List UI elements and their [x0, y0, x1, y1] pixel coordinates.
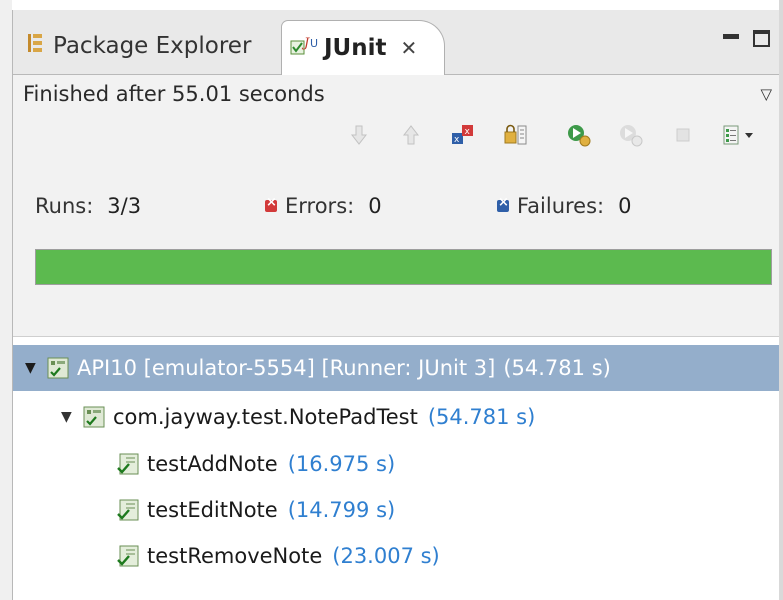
root-label: API10 [emulator-5554] [Runner: JUnit 3] [77, 356, 496, 380]
rerun-test-icon[interactable] [565, 121, 593, 149]
view-menu-icon[interactable]: ▽ [760, 85, 772, 103]
tab-junit-label: JUnit [324, 35, 387, 61]
show-failures-only-icon[interactable]: x x [449, 121, 477, 149]
test-run-icon [47, 357, 69, 379]
errors-label: Errors: [285, 194, 355, 218]
tab-junit[interactable]: J U JUnit ✕ [281, 20, 445, 75]
junit-icon: J U [290, 33, 318, 63]
expand-toggle-icon[interactable]: ▼ [25, 360, 39, 376]
status-line: Finished after 55.01 seconds ▽ [13, 75, 783, 113]
tree-suite-row[interactable]: ▼ com.jayway.test.NotePadTest (54.781 s) [13, 394, 783, 440]
progress-fill [36, 250, 771, 284]
test-passed-icon [117, 453, 139, 475]
errors-value: 0 [368, 194, 382, 218]
svg-text:U: U [310, 37, 318, 50]
runs-label: Runs: [35, 194, 94, 218]
progress-bar [35, 249, 772, 285]
tree-root-row[interactable]: ▼ API10 [emulator-5554] [Runner: JUnit 3… [13, 345, 783, 391]
tab-package-explorer-label: Package Explorer [53, 33, 252, 59]
toolbar: x x [13, 113, 783, 163]
test-time: (14.799 s) [287, 498, 396, 522]
test-time: (16.975 s) [287, 452, 396, 476]
counters: Runs: 3/3 Errors: 0 Failures: 0 [13, 163, 783, 249]
stop-icon[interactable] [669, 121, 697, 149]
minimize-icon[interactable] [723, 34, 739, 39]
test-row[interactable]: testRemoveNote (23.007 s) [13, 533, 783, 579]
window-controls [723, 30, 770, 47]
test-time: (23.007 s) [332, 544, 440, 568]
test-label: testRemoveNote [147, 544, 323, 568]
suite-label: com.jayway.test.NotePadTest [113, 405, 418, 429]
scroll-lock-icon[interactable] [501, 121, 529, 149]
test-label: testAddNote [147, 452, 278, 476]
test-row[interactable]: testEditNote (14.799 s) [13, 487, 783, 533]
test-label: testEditNote [147, 498, 278, 522]
errors-counter: Errors: 0 [265, 194, 497, 218]
expand-toggle-icon[interactable]: ▼ [61, 409, 75, 425]
test-tree: ▼ API10 [emulator-5554] [Runner: JUnit 3… [13, 336, 783, 600]
package-explorer-icon [27, 32, 45, 60]
runs-counter: Runs: 3/3 [35, 194, 265, 218]
test-run-history-icon[interactable] [719, 121, 763, 149]
test-suite-icon [83, 406, 105, 428]
right-edge [779, 0, 783, 600]
close-tab-icon[interactable]: ✕ [401, 36, 418, 60]
previous-failure-icon[interactable] [397, 121, 425, 149]
suite-time: (54.781 s) [427, 405, 536, 429]
tab-package-explorer[interactable]: Package Explorer [27, 18, 251, 74]
failures-counter: Failures: 0 [497, 194, 631, 218]
failure-icon [497, 195, 509, 212]
next-failure-icon[interactable] [345, 121, 373, 149]
test-passed-icon [117, 499, 139, 521]
test-row[interactable]: testAddNote (16.975 s) [13, 441, 783, 487]
root-time: (54.781 s) [503, 356, 611, 380]
maximize-icon[interactable] [753, 30, 770, 47]
rerun-failures-first-icon[interactable] [617, 121, 645, 149]
failures-label: Failures: [517, 194, 605, 218]
left-edge [0, 0, 12, 600]
tab-bar: Package Explorer J U JUnit ✕ [13, 10, 783, 75]
error-icon [265, 195, 277, 212]
test-passed-icon [117, 545, 139, 567]
runs-value: 3/3 [107, 194, 142, 218]
svg-text:x: x [465, 127, 471, 137]
svg-text:x: x [454, 135, 460, 145]
status-text: Finished after 55.01 seconds [23, 82, 325, 106]
junit-view: Package Explorer J U JUnit ✕ Finished af… [12, 10, 783, 600]
failures-value: 0 [618, 194, 632, 218]
